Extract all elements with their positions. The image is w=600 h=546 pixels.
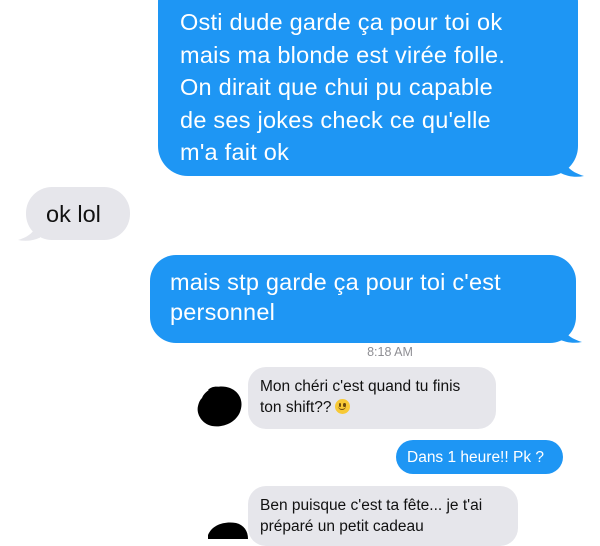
- message-bubble-sent[interactable]: Osti dude garde ça pour toi ok mais ma b…: [158, 0, 578, 176]
- message-timestamp: 8:18 AM: [367, 345, 413, 359]
- message-text: Osti dude garde ça pour toi ok mais ma b…: [180, 9, 506, 165]
- message-bubble-received[interactable]: Mon chéri c'est quand tu finis ton shift…: [248, 367, 496, 429]
- message-text: Dans 1 heure!! Pk ?: [407, 449, 544, 466]
- message-text-content: Mon chéri c'est quand tu finis ton shift…: [260, 378, 461, 416]
- message-text: Mon chéri c'est quand tu finis ton shift…: [260, 376, 484, 418]
- message-bubble-sent[interactable]: mais stp garde ça pour toi c'est personn…: [150, 255, 576, 343]
- redacted-avatar-icon: [197, 386, 242, 427]
- message-bubble-sent[interactable]: Dans 1 heure!! Pk ?: [396, 440, 563, 474]
- message-bubble-received[interactable]: ok lol: [26, 187, 130, 240]
- smiling-face-emoji-icon: [334, 399, 350, 414]
- message-text: Ben puisque c'est ta fête... je t'ai pré…: [260, 497, 483, 535]
- message-text: ok lol: [46, 201, 101, 227]
- message-text: mais stp garde ça pour toi c'est personn…: [170, 269, 501, 325]
- redacted-avatar-icon: [208, 522, 248, 539]
- message-bubble-received[interactable]: Ben puisque c'est ta fête... je t'ai pré…: [248, 486, 518, 546]
